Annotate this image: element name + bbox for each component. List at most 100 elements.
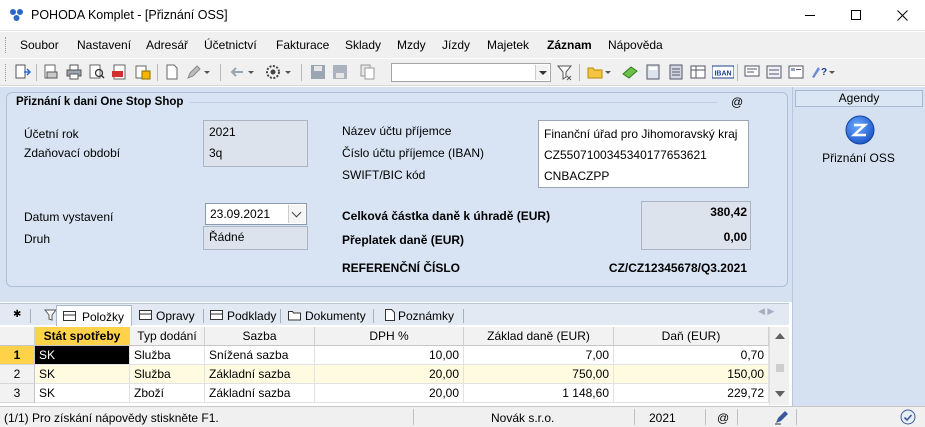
- swift-value: CNBACZPP: [544, 169, 610, 183]
- column-header-zaklad[interactable]: Základ daně (EUR): [464, 327, 614, 346]
- tab-podklady[interactable]: Podklady: [204, 305, 280, 326]
- export-icon[interactable]: [134, 63, 152, 81]
- folder-icon[interactable]: [586, 63, 604, 81]
- exit-icon[interactable]: [14, 63, 32, 81]
- table-scrollbar[interactable]: [769, 327, 789, 405]
- tab-opravy[interactable]: Opravy: [133, 305, 203, 326]
- save-icon[interactable]: [309, 63, 327, 81]
- calculator-icon[interactable]: [644, 63, 662, 81]
- menu-sklady[interactable]: Sklady: [345, 38, 381, 52]
- svg-text:IBAN: IBAN: [714, 71, 731, 78]
- tab-scroll-arrows[interactable]: ◀ ▶: [758, 306, 774, 317]
- column-header-stat[interactable]: Stát spotřeby: [35, 327, 130, 346]
- scroll-up-icon[interactable]: [775, 333, 785, 339]
- scroll-thumb[interactable]: [776, 364, 784, 372]
- edit-dropdown-icon[interactable]: [203, 63, 211, 81]
- table-icon[interactable]: [689, 63, 707, 81]
- column-header-typ[interactable]: Typ dodání: [130, 327, 205, 346]
- chevron-down-icon[interactable]: [288, 205, 305, 223]
- tab-dokumenty[interactable]: Dokumenty: [282, 305, 372, 326]
- menu-majetek[interactable]: Majetek: [487, 38, 529, 52]
- table-cell[interactable]: 0,70: [614, 346, 769, 365]
- datum-vystaveni-input[interactable]: 23.09.2021: [205, 203, 307, 225]
- message-icon[interactable]: [743, 63, 761, 81]
- menu-ucetnictvi[interactable]: Účetnictví: [204, 38, 257, 52]
- email-at-button[interactable]: @: [731, 95, 743, 109]
- help-icon[interactable]: ?: [809, 63, 827, 81]
- table-cell[interactable]: 7,00: [464, 346, 614, 365]
- money-icon[interactable]: [621, 63, 639, 81]
- new-record-icon[interactable]: [163, 63, 181, 81]
- table-cell[interactable]: 20,00: [315, 365, 464, 384]
- print-icon[interactable]: [65, 63, 83, 81]
- iban-icon[interactable]: IBAN: [712, 63, 734, 81]
- druh-value: Řádné: [209, 230, 245, 244]
- list-icon[interactable]: [765, 63, 783, 81]
- print-preview-icon[interactable]: [42, 63, 60, 81]
- status-year: 2021: [649, 411, 676, 425]
- prijemce-field[interactable]: Finanční úřad pro Jihomoravský kraj CZ55…: [538, 120, 749, 188]
- table-cell[interactable]: Snížená sazba: [205, 346, 315, 365]
- copy-icon[interactable]: [359, 63, 377, 81]
- table-cell[interactable]: 10,00: [315, 346, 464, 365]
- pdf-icon[interactable]: [111, 63, 129, 81]
- menu-napoveda[interactable]: Nápověda: [608, 38, 663, 52]
- row-number[interactable]: 2: [0, 365, 35, 384]
- table-cell[interactable]: 150,00: [614, 365, 769, 384]
- close-button[interactable]: [879, 0, 925, 30]
- menu-mzdy[interactable]: Mzdy: [397, 38, 426, 52]
- toolbar: IBAN ?: [0, 59, 925, 86]
- document-list-icon[interactable]: [787, 63, 805, 81]
- table-cell[interactable]: Základní sazba: [205, 384, 315, 403]
- tab-polozky[interactable]: Položky: [56, 305, 132, 326]
- row-number[interactable]: 1: [0, 346, 35, 365]
- table-cell[interactable]: 20,00: [315, 384, 464, 403]
- menu-zaznam[interactable]: Záznam: [547, 38, 592, 52]
- ledger-icon[interactable]: [667, 63, 685, 81]
- filter-combo[interactable]: [391, 63, 551, 82]
- help-dropdown-icon[interactable]: [828, 63, 836, 81]
- tab-poznamky[interactable]: Poznámky: [377, 305, 463, 326]
- oss-icon[interactable]: [844, 114, 876, 146]
- menu-soubor[interactable]: Soubor: [20, 38, 59, 52]
- table-cell[interactable]: 229,72: [614, 384, 769, 403]
- edit-pen-icon[interactable]: [774, 409, 790, 425]
- edit-icon[interactable]: [185, 63, 203, 81]
- table-cell[interactable]: SK: [35, 384, 130, 403]
- minimize-button[interactable]: [787, 0, 833, 30]
- table-cell[interactable]: SK: [35, 365, 130, 384]
- column-header-dph[interactable]: DPH %: [315, 327, 464, 346]
- tab-filter[interactable]: [38, 305, 57, 326]
- column-header-dan[interactable]: Daň (EUR): [614, 327, 769, 346]
- table-cell[interactable]: Služba: [130, 365, 205, 384]
- window-title: POHODA Komplet - [Přiznání OSS]: [31, 8, 228, 22]
- tab-star[interactable]: ✱: [6, 305, 26, 326]
- table-cell[interactable]: SK: [35, 346, 130, 365]
- table-cell[interactable]: Základní sazba: [205, 365, 315, 384]
- settings-dropdown-icon[interactable]: [284, 63, 292, 81]
- tabs-bar: ✱ Položky Opravy Podklady Dokumenty Pozn…: [0, 303, 789, 326]
- preview-icon[interactable]: [88, 63, 106, 81]
- filter-icon[interactable]: [556, 63, 574, 81]
- back-arrow-icon[interactable]: [228, 63, 246, 81]
- agenda-item-oss[interactable]: Přiznání OSS: [793, 151, 924, 165]
- scroll-down-icon[interactable]: [775, 391, 785, 397]
- ucetni-rok-label: Účetní rok: [24, 127, 79, 141]
- column-header-sazba[interactable]: Sazba: [205, 327, 315, 346]
- settings-gear-icon[interactable]: [264, 63, 282, 81]
- table-cell[interactable]: 1 148,60: [464, 384, 614, 403]
- menu-adresar[interactable]: Adresář: [146, 38, 188, 52]
- maximize-button[interactable]: [833, 0, 879, 30]
- row-number[interactable]: 3: [0, 384, 35, 403]
- table-cell[interactable]: Zboží: [130, 384, 205, 403]
- table-cell[interactable]: 750,00: [464, 365, 614, 384]
- chevron-down-icon[interactable]: [535, 65, 549, 80]
- save-copy-icon[interactable]: [331, 63, 349, 81]
- folder-dropdown-icon[interactable]: [604, 63, 612, 81]
- table-cell[interactable]: Služba: [130, 346, 205, 365]
- menu-jizdy[interactable]: Jízdy: [442, 38, 470, 52]
- menu-fakturace[interactable]: Fakturace: [276, 38, 329, 52]
- back-dropdown-icon[interactable]: [247, 63, 255, 81]
- menu-nastaveni[interactable]: Nastavení: [77, 38, 131, 52]
- check-circle-icon[interactable]: [900, 409, 916, 425]
